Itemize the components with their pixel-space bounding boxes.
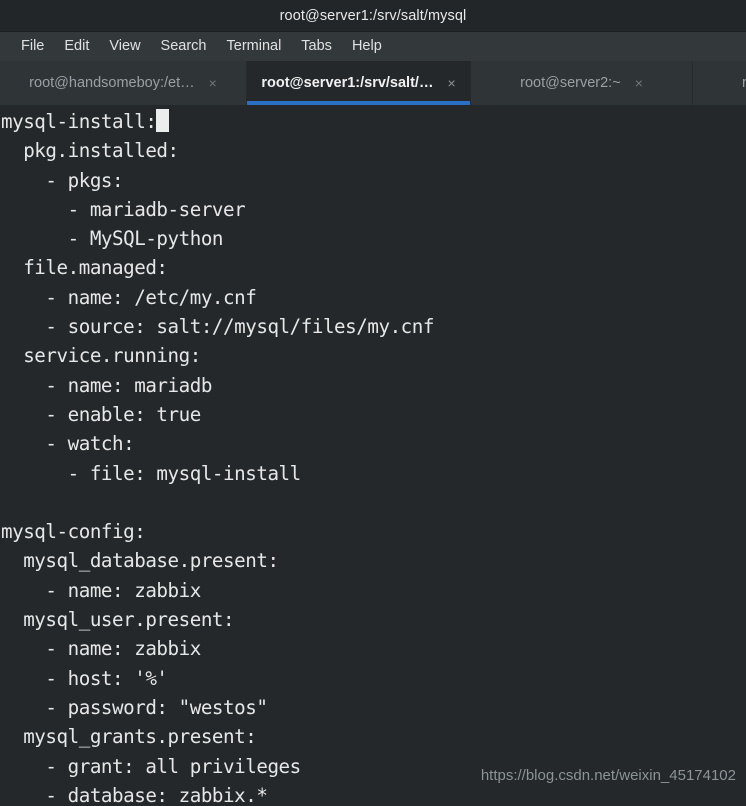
terminal-line-text: - MySQL-python [1,227,224,251]
terminal-line: - grant: all privileges [1,752,746,781]
menu-item-terminal[interactable]: Terminal [217,36,292,57]
terminal-line-text: mysql-config: [1,520,146,544]
terminal-line: - password: "westos" [1,693,746,722]
tab-close-icon[interactable]: × [447,76,455,90]
terminal-line-text: - file: mysql-install [1,461,302,485]
terminal-line-text: - watch: [1,432,135,456]
terminal-line-text: - password: "westos" [1,695,268,719]
terminal-line: - name: zabbix [1,576,746,605]
menu-item-search[interactable]: Search [151,36,217,57]
terminal-line: - enable: true [1,400,746,429]
tab-root-server2[interactable]: root@server2:~ × [471,61,693,105]
menu-item-view[interactable]: View [99,36,150,57]
terminal-line: - host: '%' [1,664,746,693]
menu-item-edit[interactable]: Edit [54,36,99,57]
terminal-line: - database: zabbix.* [1,781,746,806]
menubar: File Edit View Search Terminal Tabs Help [0,32,746,61]
terminal-line: - mariadb-server [1,195,746,224]
terminal-line: - name: mariadb [1,371,746,400]
terminal-screen[interactable]: mysql-install: pkg.installed: - pkgs: - … [0,105,746,806]
terminal-line-text: - grant: all privileges [1,754,301,778]
tab-overflow-partial[interactable]: roo [693,61,746,105]
terminal-line: - file: mysql-install [1,459,746,488]
terminal-line-text: mysql_database.present: [1,549,279,573]
terminal-line: mysql-install: [1,107,746,136]
tabbar: root@handsomeboy:/et… × root@server1:/sr… [0,61,746,105]
terminal-line: - pkgs: [1,166,746,195]
terminal-line: mysql-config: [1,517,746,546]
terminal-line: - MySQL-python [1,224,746,253]
tab-close-icon[interactable]: × [209,76,217,90]
terminal-line-text: - pkgs: [1,168,124,192]
terminal-line-text: mysql-install: [1,110,157,133]
terminal-line: mysql_user.present: [1,605,746,634]
terminal-line: pkg.installed: [1,136,746,165]
window-titlebar: root@server1:/srv/salt/mysql [0,0,746,32]
tab-root-handsomeboy[interactable]: root@handsomeboy:/et… × [0,61,247,105]
terminal-line-text: - name: zabbix [1,578,201,602]
terminal-line: mysql_database.present: [1,546,746,575]
tab-root-server1[interactable]: root@server1:/srv/salt/… × [247,61,471,105]
window-title: root@server1:/srv/salt/mysql [279,7,467,24]
menu-item-help[interactable]: Help [342,36,392,57]
tab-label: root@server1:/srv/salt/… [261,75,434,91]
tab-label: root@server2:~ [520,75,621,91]
terminal-line: service.running: [1,341,746,370]
terminal-line: - name: /etc/my.cnf [1,283,746,312]
terminal-line: - source: salt://mysql/files/my.cnf [1,312,746,341]
terminal-line-text: - name: zabbix [1,637,201,661]
tab-label: roo [742,75,746,91]
terminal-line-text: pkg.installed: [1,139,179,163]
terminal-line: file.managed: [1,253,746,282]
terminal-line-text: - database: zabbix.* [1,783,268,806]
terminal-line: - name: zabbix [1,634,746,663]
terminal-line-text: - mariadb-server [1,197,246,221]
terminal-text-area: mysql-install: pkg.installed: - pkgs: - … [1,107,746,806]
menu-item-file[interactable]: File [11,36,54,57]
terminal-line: - watch: [1,429,746,458]
terminal-cursor [156,109,170,132]
menu-item-tabs[interactable]: Tabs [291,36,342,57]
terminal-line-text: - name: mariadb [1,373,212,397]
tab-label: root@handsomeboy:/et… [29,75,195,91]
terminal-line-text: service.running: [1,344,201,368]
terminal-line-text: - source: salt://mysql/files/my.cnf [1,315,434,339]
terminal-line-text: file.managed: [1,256,168,280]
terminal-line-text: - name: /etc/my.cnf [1,285,257,309]
terminal-window: root@server1:/srv/salt/mysql File Edit V… [0,0,746,806]
terminal-line-text: - enable: true [1,402,201,426]
terminal-line-text: - host: '%' [1,666,168,690]
tab-close-icon[interactable]: × [635,76,643,90]
terminal-line-text: mysql_user.present: [1,608,235,632]
terminal-line: mysql_grants.present: [1,722,746,751]
terminal-line-text: mysql_grants.present: [1,725,257,749]
